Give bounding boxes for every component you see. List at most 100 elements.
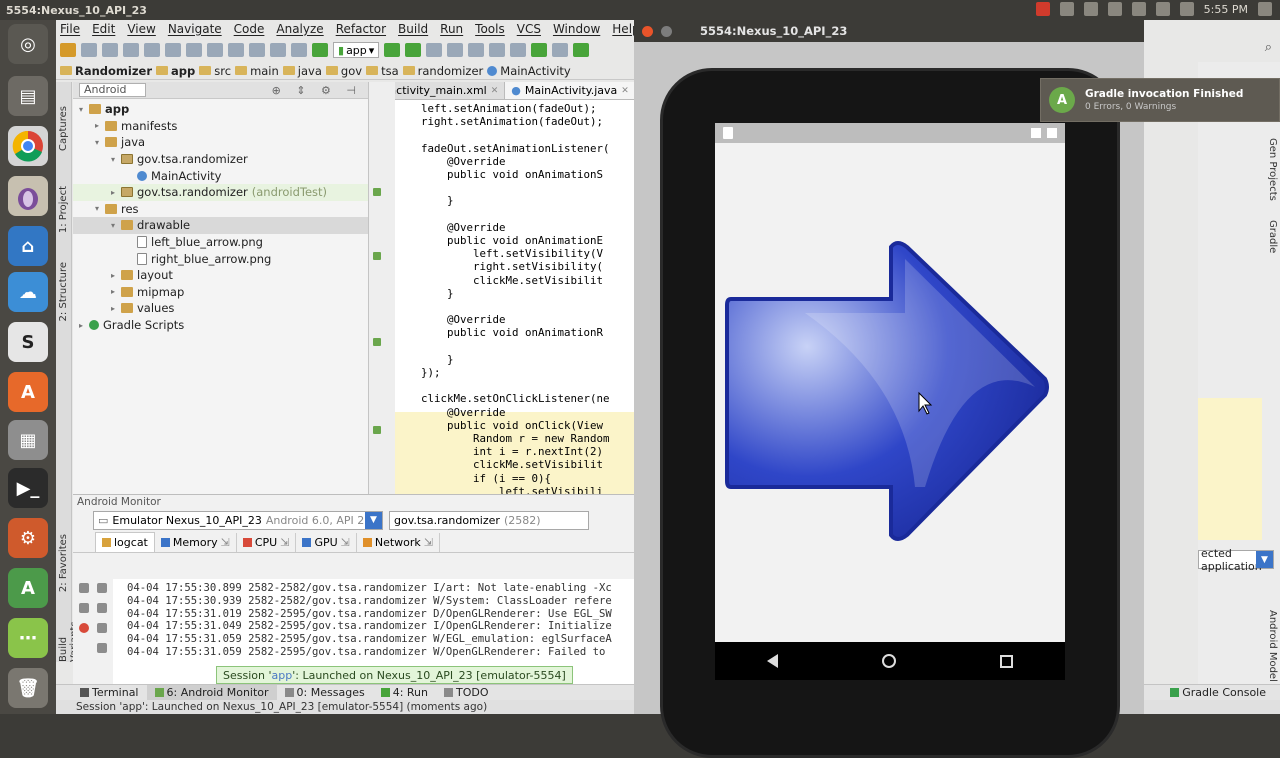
device-monitor-icon[interactable] [552, 43, 569, 57]
system-settings-icon[interactable]: ⚙ [8, 518, 48, 558]
bottom-tab-android-monitor[interactable]: 6: Android Monitor [146, 685, 277, 700]
bottom-tab-messages[interactable]: 0: Messages [277, 685, 373, 700]
network-arrows-icon[interactable] [1083, 2, 1098, 16]
override-marker-icon[interactable] [373, 252, 381, 260]
menu-navigate[interactable]: Navigate [168, 22, 222, 36]
tool-tab-structure[interactable]: 2: Structure [58, 262, 69, 321]
menu-window[interactable]: Window [553, 22, 600, 36]
override-marker-icon[interactable] [373, 338, 381, 346]
code-editor[interactable]: left.setAnimation(fadeOut); right.setAni… [395, 100, 636, 494]
cut-icon[interactable] [165, 43, 181, 57]
android-emulator-icon[interactable]: ⋯ [8, 618, 48, 658]
tree-node[interactable]: ▸ gov.tsa.randomizer (androidTest) [73, 183, 368, 201]
device-screen[interactable] [715, 123, 1065, 680]
tree-node[interactable]: ▾ drawable [73, 217, 368, 234]
expand-down-icon[interactable]: ▾ [111, 155, 121, 164]
menu-tools[interactable]: Tools [475, 22, 505, 36]
android-icon[interactable] [573, 43, 590, 57]
chevron-down-icon[interactable]: ▼ [365, 511, 382, 529]
nav-back-icon[interactable] [767, 654, 778, 668]
redo-icon[interactable] [144, 43, 160, 57]
tool-tab-favorites[interactable]: 2: Favorites [58, 534, 69, 592]
breadcrumb-item[interactable]: main [235, 64, 279, 78]
menu-file[interactable]: File [60, 22, 80, 36]
bluetooth-icon[interactable] [1131, 2, 1146, 16]
make-project-icon[interactable] [312, 43, 328, 57]
record-icon[interactable] [1035, 2, 1050, 16]
project-pane-actions[interactable]: ⊕ ⇕ ⚙ ⊣ [272, 84, 362, 97]
expand-right-icon[interactable]: ▸ [95, 121, 105, 130]
copy-icon[interactable] [186, 43, 202, 57]
keyboard-icon[interactable] [1107, 2, 1122, 16]
tool-tab-gradle[interactable]: Gradle [1267, 220, 1278, 253]
bottom-tab-terminal[interactable]: Terminal [72, 685, 147, 700]
expand-down-icon[interactable]: ▾ [95, 138, 105, 147]
tab-cpu[interactable]: CPU ⇲ [237, 533, 297, 552]
update-house-icon[interactable]: ⌂ [8, 226, 48, 266]
expand-right-icon[interactable]: ▸ [111, 271, 121, 280]
breadcrumb-item[interactable]: src [199, 64, 231, 78]
menu-refactor[interactable]: Refactor [336, 22, 386, 36]
run-session-balloon[interactable]: Session ' app ': Launched on Nexus_10_API_… [216, 666, 573, 684]
tool-tab-android-model[interactable]: Android Model [1267, 610, 1278, 682]
debug-icon[interactable] [405, 43, 422, 57]
breadcrumb-item[interactable]: gov [325, 64, 362, 78]
menu-vcs[interactable]: VCS [517, 22, 541, 36]
breadcrumb-item[interactable]: app [156, 64, 195, 78]
breadcrumb-item[interactable]: randomizer [402, 64, 483, 78]
stop-icon[interactable] [447, 43, 464, 57]
tab-memory[interactable]: Memory ⇲ [155, 533, 237, 552]
tool-tab-captures[interactable]: Captures [58, 106, 69, 151]
project-structure-icon[interactable] [510, 43, 527, 57]
sync-icon[interactable] [102, 43, 118, 57]
chrome-icon[interactable] [8, 126, 48, 166]
software-center-icon[interactable]: A [8, 372, 48, 412]
tree-node[interactable]: ▾ res [73, 201, 368, 218]
gradle-sync-icon[interactable] [531, 43, 548, 57]
tab-network[interactable]: Network ⇲ [357, 533, 441, 552]
clock[interactable]: 5:55 PM [1204, 3, 1248, 16]
expand-down-icon[interactable]: ▾ [111, 221, 121, 230]
ubuntu-dash-icon[interactable]: ◎ [8, 24, 48, 64]
tree-node[interactable]: left_blue_arrow.png [73, 234, 368, 251]
menu-build[interactable]: Build [398, 22, 428, 36]
tree-node[interactable]: ▸ mipmap [73, 284, 368, 301]
right-blue-arrow-image[interactable] [715, 143, 1065, 642]
menu-analyze[interactable]: Analyze [276, 22, 323, 36]
cloud-notification-icon[interactable]: ☁ [8, 272, 48, 312]
tree-node[interactable]: ▸ layout [73, 267, 368, 284]
tool-tab-project[interactable]: 1: Project [58, 186, 69, 233]
terminal-icon[interactable]: ▶_ [8, 468, 48, 508]
files-icon[interactable]: ▤ [8, 76, 48, 116]
expand-right-icon[interactable]: ▸ [111, 287, 121, 296]
logcat-filter-select[interactable]: ected application ▼ [1198, 547, 1274, 573]
save-all-icon[interactable] [81, 43, 97, 57]
breadcrumb-item[interactable]: tsa [366, 64, 399, 78]
balloon-app-link[interactable]: app [272, 669, 293, 682]
close-tab-icon[interactable]: ✕ [621, 86, 629, 96]
bottom-tab-gradle-console[interactable]: Gradle Console [1162, 685, 1274, 700]
back-icon[interactable] [270, 43, 286, 57]
open-folder-icon[interactable] [60, 43, 76, 57]
chevron-down-icon[interactable]: ▼ [1256, 551, 1273, 568]
tool-tab-gen-projects[interactable]: Gen Projects [1267, 138, 1278, 201]
paste-icon[interactable] [207, 43, 223, 57]
device-select[interactable]: ▭ Emulator Nexus_10_API_23 Android 6.0, … [93, 510, 383, 530]
tab-logcat[interactable]: logcat [95, 532, 155, 552]
tree-node[interactable]: ▾ java [73, 134, 368, 151]
tree-node[interactable]: ▾ gov.tsa.randomizer [73, 151, 368, 168]
close-window-icon[interactable] [642, 25, 653, 37]
project-view-select[interactable]: Android [79, 83, 146, 97]
forward-icon[interactable] [291, 43, 307, 57]
tor-onion-icon[interactable] [8, 176, 48, 216]
scroll-down-icon[interactable] [97, 623, 107, 633]
undo-icon[interactable] [123, 43, 139, 57]
override-marker-icon[interactable] [373, 426, 381, 434]
power-gear-icon[interactable] [1258, 2, 1272, 16]
tree-node[interactable]: ▾ app [73, 101, 368, 118]
search-everywhere-icon[interactable]: ⌕ [1265, 40, 1272, 55]
trash-icon[interactable]: 🗑 [8, 668, 48, 708]
sdk-manager-icon[interactable] [489, 43, 506, 57]
breadcrumb-item[interactable]: java [282, 64, 322, 78]
gradle-notification[interactable]: A Gradle invocation Finished 0 Errors, 0… [1040, 78, 1280, 122]
